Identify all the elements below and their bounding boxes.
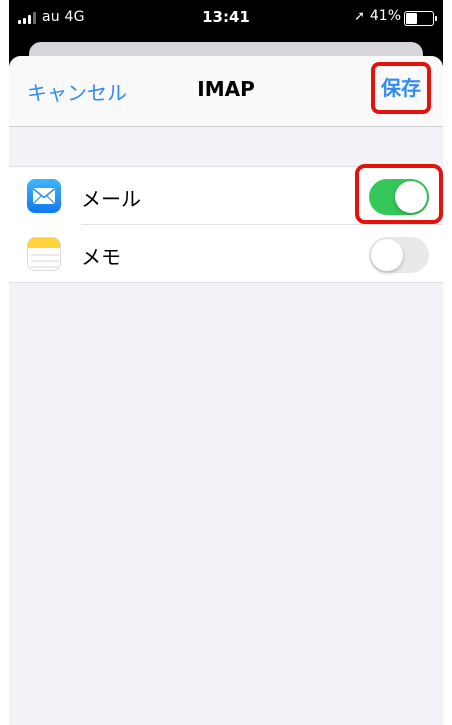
list-item-mail: メール <box>9 164 443 225</box>
cancel-button[interactable]: キャンセル <box>27 77 127 106</box>
status-right-group: ➚ 41% <box>317 8 437 28</box>
save-button-label: 保存 <box>381 76 421 100</box>
navigation-bar: キャンセル IMAP 保存 <box>9 56 443 127</box>
notes-app-icon <box>27 237 61 271</box>
phone-screen: au 4G 13:41 ➚ 41% キャンセル IMAP 保存 メール メモ <box>9 0 443 725</box>
imap-settings-sheet: キャンセル IMAP 保存 メール メモ <box>9 56 443 725</box>
list-item-notes: メモ <box>9 225 443 282</box>
status-bar: au 4G 13:41 ➚ 41% <box>9 0 443 38</box>
toggle-knob <box>371 239 403 271</box>
battery-percent: 41% <box>369 8 401 24</box>
screenshot-frame: au 4G 13:41 ➚ 41% キャンセル IMAP 保存 メール メモ <box>0 0 452 725</box>
highlight-annotation <box>355 164 443 224</box>
notes-sync-toggle[interactable] <box>369 237 429 273</box>
mail-app-icon <box>27 179 61 213</box>
location-arrow-icon: ➚ <box>354 9 365 24</box>
list-item-label: メール <box>81 187 141 211</box>
app-sync-list: メール メモ <box>9 164 443 283</box>
battery-fill <box>406 13 417 24</box>
list-item-label: メモ <box>81 245 121 269</box>
battery-icon <box>404 11 437 26</box>
save-button[interactable]: 保存 <box>371 62 431 114</box>
